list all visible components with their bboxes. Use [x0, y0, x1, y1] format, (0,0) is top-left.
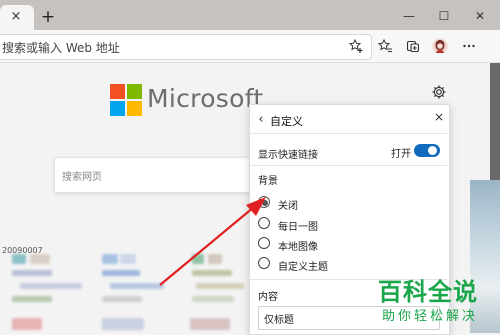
maximize-button[interactable]: ☐: [433, 8, 455, 24]
close-icon[interactable]: ×: [432, 110, 446, 124]
tab-bar: [0, 0, 500, 30]
panel-title: 自定义: [270, 115, 303, 128]
collections-icon[interactable]: [404, 38, 422, 54]
quick-link-label: [102, 296, 142, 302]
quick-link-tile[interactable]: [120, 254, 136, 264]
option-background-off: 关闭: [278, 201, 298, 212]
microsoft-brand-text: Microsoft: [147, 84, 264, 113]
quick-link-label: [102, 270, 140, 276]
profile-avatar[interactable]: [431, 38, 449, 54]
quick-links-state: 打开: [391, 149, 411, 160]
divider: [250, 133, 447, 134]
quick-link-tile[interactable]: [102, 318, 144, 330]
toggle-knob: [428, 146, 437, 155]
close-window-button[interactable]: ✕: [469, 8, 491, 24]
address-placeholder: 搜索或输入 Web 地址: [2, 41, 120, 55]
quick-link-tile[interactable]: [12, 318, 42, 330]
quick-link-tile[interactable]: [102, 254, 118, 264]
option-daily-image: 每日一图: [278, 222, 318, 233]
quick-link-label: [12, 296, 52, 302]
search-placeholder: 搜索网页: [62, 172, 102, 183]
annotation-arrow-icon: [159, 197, 266, 286]
option-local-image: 本地图像: [278, 242, 318, 253]
gear-icon[interactable]: [430, 84, 448, 102]
microsoft-logo-icon: [110, 84, 142, 116]
back-chevron-icon[interactable]: ‹: [255, 113, 267, 127]
content-select-value: 仅标题: [264, 315, 294, 326]
divider: [250, 165, 447, 166]
quick-link-label: [192, 296, 234, 302]
quick-link-tile[interactable]: [30, 254, 50, 264]
favorite-add-icon[interactable]: [347, 38, 365, 54]
quick-link-label: [20, 283, 82, 289]
more-icon[interactable]: [460, 38, 478, 54]
quick-link-tile[interactable]: [190, 318, 230, 330]
quick-link-label: [12, 270, 52, 276]
quick-link-tile[interactable]: [12, 254, 26, 264]
watermark-title: 百科全说: [378, 278, 478, 306]
close-tab-icon[interactable]: ×: [6, 9, 26, 25]
new-tab-button[interactable]: +: [38, 8, 58, 26]
watermark-subtitle: 助你轻松解决: [382, 309, 479, 324]
minimize-button[interactable]: —: [398, 8, 420, 24]
quick-links-label: 显示快速链接: [258, 150, 318, 161]
option-custom-theme: 自定义主题: [278, 262, 328, 273]
favorites-icon[interactable]: [376, 38, 394, 54]
